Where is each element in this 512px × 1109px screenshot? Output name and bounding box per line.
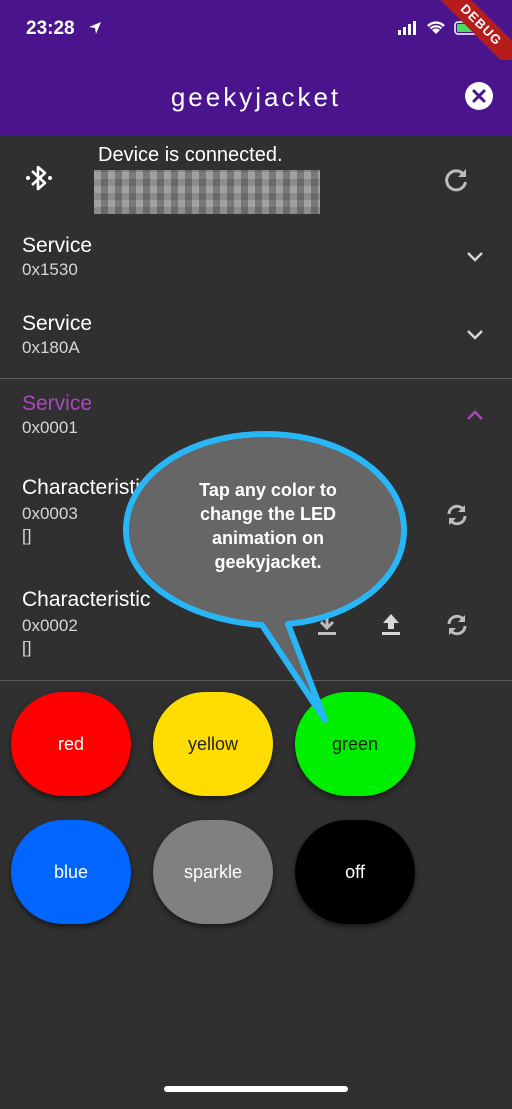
tooltip-text: Tap any color to change the LED animatio… bbox=[199, 480, 337, 572]
status-time: 23:28 bbox=[26, 18, 75, 39]
service-uuid: 0x180A bbox=[22, 338, 80, 357]
color-button-red[interactable]: red bbox=[11, 692, 131, 796]
app-bar: geekyjacket bbox=[0, 60, 512, 136]
service-uuid: 0x0001 bbox=[22, 418, 78, 437]
characteristic-uuid: 0x0002 bbox=[22, 616, 78, 635]
location-arrow-icon bbox=[88, 21, 102, 40]
characteristic-uuid: 0x0003 bbox=[22, 504, 78, 523]
divider bbox=[0, 680, 512, 681]
download-button[interactable] bbox=[312, 610, 342, 645]
sync-button[interactable] bbox=[442, 610, 472, 645]
service-row[interactable]: Service 0x1530 bbox=[0, 222, 512, 300]
service-title: Service bbox=[22, 234, 93, 257]
service-title: Service bbox=[22, 392, 93, 415]
color-button-yellow[interactable]: yellow bbox=[153, 692, 273, 796]
color-label: sparkle bbox=[183, 861, 243, 882]
close-icon bbox=[472, 89, 486, 103]
chevron-down-icon[interactable] bbox=[466, 328, 484, 346]
characteristic-value: [] bbox=[22, 638, 32, 657]
sync-icon bbox=[447, 504, 467, 526]
color-button-sparkle[interactable]: sparkle bbox=[153, 820, 273, 924]
characteristic-title: Characteristic bbox=[22, 588, 151, 611]
upload-icon bbox=[382, 614, 400, 635]
color-label: yellow bbox=[187, 733, 239, 754]
divider bbox=[0, 378, 512, 379]
refresh-icon bbox=[445, 169, 467, 192]
service-row-expanded[interactable]: Service 0x0001 bbox=[0, 380, 512, 458]
color-label: red bbox=[57, 733, 84, 754]
characteristic-row: Characteristic 0x0002 [] bbox=[0, 576, 512, 676]
color-button-off[interactable]: off bbox=[295, 820, 415, 924]
signal-icon bbox=[398, 20, 418, 40]
color-label: off bbox=[345, 861, 365, 882]
color-button-green[interactable]: green bbox=[295, 692, 415, 796]
refresh-button[interactable] bbox=[442, 166, 470, 199]
service-title: Service bbox=[22, 312, 93, 335]
download-icon bbox=[318, 615, 336, 635]
chevron-down-icon[interactable] bbox=[466, 250, 484, 268]
sync-icon bbox=[447, 614, 467, 636]
color-label: green bbox=[331, 733, 379, 754]
chevron-up-icon[interactable] bbox=[466, 408, 484, 426]
device-id-redacted bbox=[94, 170, 320, 214]
device-row: Device is connected. bbox=[0, 136, 512, 222]
status-bar: 23:28 DEBUG bbox=[0, 0, 512, 79]
color-label: blue bbox=[53, 861, 89, 882]
characteristic-title: Characteristic bbox=[22, 476, 151, 499]
characteristic-value: [] bbox=[22, 526, 32, 545]
service-row[interactable]: Service 0x180A bbox=[0, 300, 512, 378]
wifi-icon bbox=[426, 20, 446, 40]
close-button[interactable] bbox=[465, 82, 493, 110]
upload-button[interactable] bbox=[376, 610, 406, 645]
service-uuid: 0x1530 bbox=[22, 260, 78, 279]
home-indicator bbox=[164, 1086, 348, 1092]
bluetooth-connected-icon bbox=[24, 162, 54, 199]
device-status: Device is connected. bbox=[98, 144, 283, 166]
app-title: geekyjacket bbox=[170, 82, 342, 112]
sync-button[interactable] bbox=[442, 500, 472, 535]
color-button-blue[interactable]: blue bbox=[11, 820, 131, 924]
